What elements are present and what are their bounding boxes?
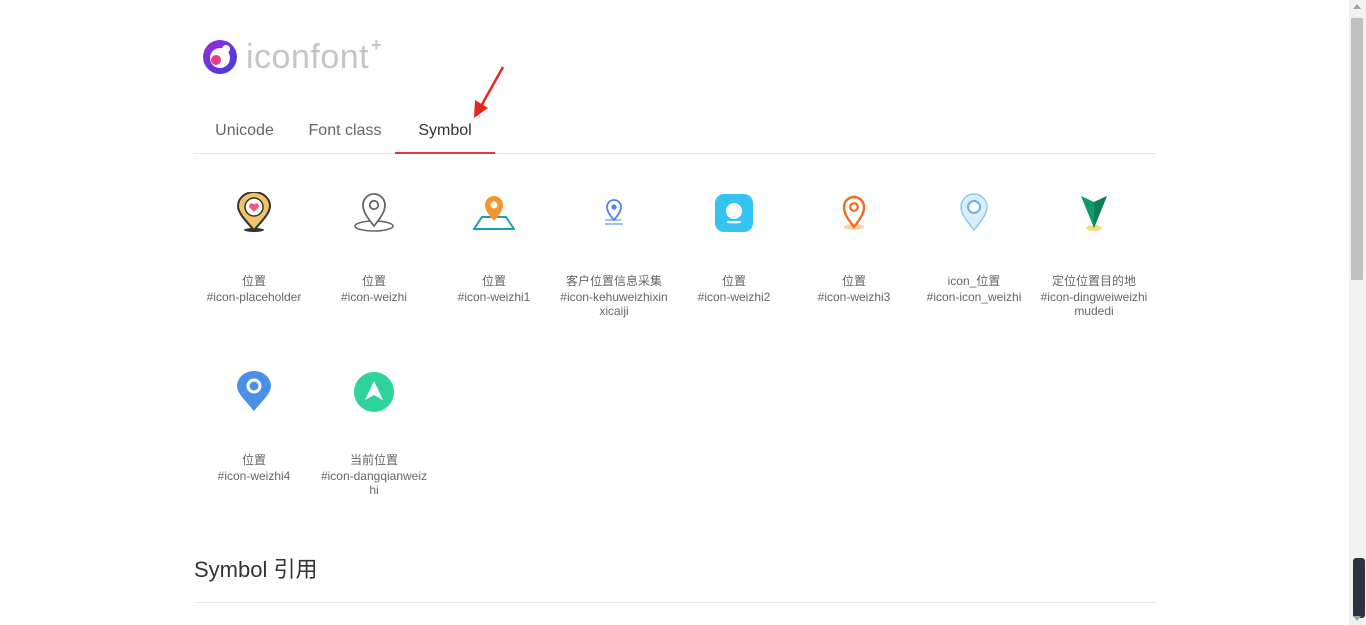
icon-name: icon_位置 bbox=[947, 274, 1001, 288]
floating-widget-icon[interactable] bbox=[1353, 558, 1365, 618]
logo-text: iconfont bbox=[246, 38, 370, 76]
current-location-icon bbox=[354, 372, 394, 412]
icon-code: #icon-weizhi2 bbox=[697, 290, 771, 304]
icon-code: #icon-dangqianweizhi bbox=[320, 469, 428, 497]
rounded-square-pin-icon bbox=[715, 194, 753, 232]
icon-code: #icon-dingweiweizhimudedi bbox=[1040, 290, 1148, 318]
red-arrow-annotation-icon bbox=[474, 66, 505, 118]
map-pin-icon bbox=[473, 196, 515, 230]
icon-code: #icon-icon_weizhi bbox=[926, 290, 1022, 304]
icon-item-dangqianweizhi[interactable]: 当前位置 #icon-dangqianweizhi bbox=[314, 361, 434, 497]
tab-bar: Unicode Font class Symbol bbox=[194, 112, 1156, 154]
icon-item-kehuweizhixinxicaiji[interactable]: 客户位置信息采集 #icon-kehuweizhixinxicaiji bbox=[554, 182, 674, 318]
green-arrow-pin-icon bbox=[1081, 196, 1107, 231]
outline-pin-icon bbox=[354, 193, 394, 232]
icon-name: 位置 bbox=[481, 274, 506, 288]
scroll-thumb[interactable] bbox=[1351, 18, 1363, 280]
icon-item-weizhi1[interactable]: 位置 #icon-weizhi1 bbox=[434, 182, 554, 304]
icon-item-weizhi2[interactable]: 位置 #icon-weizhi2 bbox=[674, 182, 794, 304]
icon-item-icon-weizhi[interactable]: icon_位置 #icon-icon_weizhi bbox=[914, 182, 1034, 304]
icon-name: 位置 bbox=[721, 274, 746, 288]
icon-code: #icon-weizhi1 bbox=[457, 290, 531, 304]
small-pin-icon bbox=[605, 199, 623, 225]
icon-item-weizhi3[interactable]: 位置 #icon-weizhi3 bbox=[794, 182, 914, 304]
icon-item-dingweiweizhimudedi[interactable]: 定位位置目的地 #icon-dingweiweizhimudedi bbox=[1034, 182, 1154, 318]
icon-code: #icon-weizhi4 bbox=[217, 469, 291, 483]
scroll-up-icon[interactable] bbox=[1353, 4, 1361, 9]
iconfont-logo-icon bbox=[203, 40, 237, 74]
tab-unicode[interactable]: Unicode bbox=[194, 112, 295, 153]
heart-pin-icon bbox=[236, 192, 272, 232]
icon-name: 位置 bbox=[241, 453, 266, 467]
light-blue-pin-icon bbox=[960, 193, 988, 232]
scroll-down-icon[interactable] bbox=[1353, 616, 1361, 621]
icon-name: 位置 bbox=[841, 274, 866, 288]
icon-name: 客户位置信息采集 bbox=[565, 274, 662, 288]
section-title: Symbol 引用 bbox=[194, 557, 318, 582]
icon-code: #icon-kehuweizhixinxicaiji bbox=[560, 290, 668, 318]
blue-pin-icon bbox=[237, 371, 271, 411]
icon-code: #icon-placeholder bbox=[206, 290, 302, 304]
icon-name: 当前位置 bbox=[349, 453, 398, 467]
icon-code: #icon-weizhi3 bbox=[817, 290, 891, 304]
icon-item-weizhi4[interactable]: 位置 #icon-weizhi4 bbox=[194, 361, 314, 483]
section-divider bbox=[194, 602, 1156, 603]
iconfont-logo[interactable]: iconfont + bbox=[202, 34, 382, 77]
icon-name: 位置 bbox=[361, 274, 386, 288]
tab-font-class[interactable]: Font class bbox=[295, 112, 395, 153]
vertical-scrollbar[interactable] bbox=[1349, 0, 1366, 625]
logo-plus: + bbox=[371, 34, 382, 55]
icon-name: 位置 bbox=[241, 274, 266, 288]
icon-item-placeholder[interactable]: 位置 #icon-placeholder bbox=[194, 182, 314, 304]
orange-pin-icon bbox=[842, 195, 866, 230]
icon-item-weizhi[interactable]: 位置 #icon-weizhi bbox=[314, 182, 434, 304]
icon-name: 定位位置目的地 bbox=[1051, 274, 1136, 288]
icon-code: #icon-weizhi bbox=[340, 290, 408, 304]
